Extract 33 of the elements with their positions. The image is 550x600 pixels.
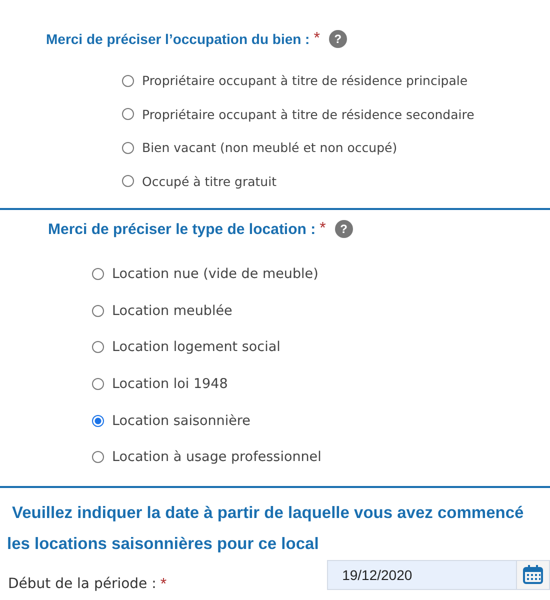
question-label: les locations saisonnières pour ce local — [6, 534, 320, 555]
field-label: Début de la période : — [8, 576, 156, 594]
question-label: Veuillez indiquer la date à partir de laquelle vous avez commencé — [11, 502, 525, 524]
option-label: Location saisonnière — [112, 412, 250, 429]
radio-button[interactable] — [92, 451, 104, 464]
question-label: Merci de préciser le type de location : — [48, 220, 316, 238]
question-label: Merci de préciser l’occupation du bien : — [46, 31, 310, 47]
radio-button[interactable] — [122, 108, 134, 120]
date-field[interactable]: 19/12/2020 — [327, 560, 518, 590]
option-label: Location logement social — [112, 339, 280, 356]
radio-button[interactable] — [92, 268, 104, 280]
option-label: Location meublée — [112, 302, 232, 319]
help-icon[interactable]: ? — [334, 220, 353, 238]
radio-button[interactable] — [92, 304, 104, 317]
required-mark: * — [160, 576, 167, 594]
calendar-button[interactable] — [517, 560, 550, 590]
option-label: Location nue (vide de meuble) — [112, 266, 318, 282]
option-label: Occupé à titre gratuit — [142, 174, 276, 189]
radio-button[interactable] — [92, 414, 104, 427]
option-label: Location à usage professionnel — [112, 449, 322, 466]
required-mark: * — [314, 30, 320, 48]
calendar-icon — [523, 565, 544, 584]
required-mark: * — [320, 220, 326, 238]
option-label: Propriétaire occupant à titre de résidence principale — [142, 73, 468, 88]
radio-button[interactable] — [92, 341, 104, 354]
option-label: Propriétaire occupant à titre de résidence secondaire — [142, 106, 474, 122]
radio-button[interactable] — [122, 142, 134, 154]
radio-button[interactable] — [122, 175, 134, 188]
option-label: Bien vacant (non meublé et non occupé) — [142, 140, 398, 156]
radio-button[interactable] — [122, 74, 134, 87]
option-label: Location loi 1948 — [112, 376, 228, 392]
radio-button[interactable] — [92, 378, 104, 390]
help-icon[interactable]: ? — [328, 30, 347, 48]
